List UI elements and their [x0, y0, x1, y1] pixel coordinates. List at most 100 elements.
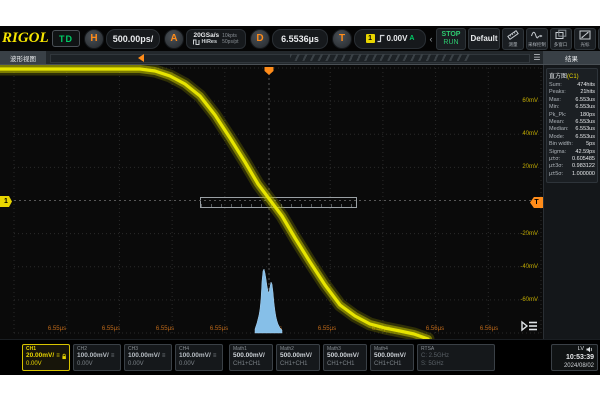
cursor-icon: [579, 29, 591, 41]
clock-box[interactable]: LV 10:53:39 2024/08/02: [551, 344, 598, 371]
main-area: 6.55µs 6.55µs 6.55µs 6.55µs 6.55µs 6.55µ…: [0, 65, 600, 339]
ch2-offset: 0.00V: [77, 360, 117, 368]
volt-axis-label: 40mV: [522, 131, 538, 137]
time-axis-label: 6.56µs: [426, 326, 444, 332]
ch4-offset: 0.00V: [179, 360, 219, 368]
stop-label: STOP: [442, 31, 461, 39]
square-wave-icon: [193, 39, 200, 45]
ruler-icon: [507, 29, 519, 41]
bandwidth-limit-icon: ≡: [56, 353, 60, 359]
math-box-math4[interactable]: Math4 500.00mV/ CH1+CH1: [370, 344, 414, 371]
channel1-offset-marker[interactable]: 1: [0, 196, 12, 207]
channel-box-ch2[interactable]: CH2 100.00mV/≡ 0.00V: [73, 344, 121, 371]
stats-channel-text: (C1): [567, 74, 579, 80]
tab-waveform-view[interactable]: 波形视图: [0, 51, 46, 64]
measure-button[interactable]: 测量: [502, 28, 524, 50]
time-axis-label: 6.55µs: [210, 326, 228, 332]
trigger-position-marker[interactable]: [265, 67, 274, 75]
volt-axis-label: -20mV: [520, 231, 538, 237]
stat-row: Median:6.553us: [549, 126, 595, 133]
stat-row: μ±σ:0.605485: [549, 156, 595, 163]
multi-window-label: 多窗口: [554, 41, 568, 47]
sample-resolution: 50ps/pt: [222, 39, 238, 45]
coupling-icon: ≡: [111, 353, 115, 359]
horizontal-knob[interactable]: H: [84, 29, 104, 49]
delay-knob[interactable]: D: [250, 29, 270, 49]
math-box-math1[interactable]: Math1 500.00mV/ CH1+CH1: [229, 344, 273, 371]
math-box-math2[interactable]: Math2 500.00mV/ CH1+CH1: [276, 344, 320, 371]
top-toolbar: RIGOL T D H 500.00ps/ A 20GSa/s 10kpts Hi…: [0, 26, 600, 51]
math3-expression: CH1+CH1: [327, 360, 363, 368]
math4-expression: CH1+CH1: [374, 360, 410, 368]
stats-title-text: 直方图: [549, 74, 567, 80]
time-axis-label: 6.56µs: [480, 326, 498, 332]
view-menu-icon[interactable]: ☰: [531, 54, 543, 62]
coupling-icon: ≡: [213, 353, 217, 359]
time-axis-label: 6.55µs: [264, 326, 282, 332]
toolbar-scroll-left[interactable]: ‹: [428, 34, 434, 44]
ch2-scale: 100.00mV/: [77, 352, 109, 360]
channel-box-ch1[interactable]: CH1 20.00mV/≡ 0.00V: [22, 344, 70, 371]
histogram-range-box[interactable]: [200, 197, 357, 208]
cursor-label: 光标: [580, 41, 589, 47]
cursor-button[interactable]: 光标: [574, 28, 596, 50]
math2-scale: 500.00mV/: [280, 352, 316, 360]
ch1-offset: 0.00V: [26, 360, 66, 368]
delay-display[interactable]: 6.5536µs: [272, 29, 328, 49]
time-axis-label: 6.55µs: [372, 326, 390, 332]
sample-control-label: 采样控制: [528, 41, 546, 47]
stat-row: Peaks:21hits: [549, 89, 595, 96]
trigger-knob[interactable]: T: [332, 29, 352, 49]
run-label: RUN: [443, 39, 458, 47]
trigger-level-marker[interactable]: T: [530, 197, 543, 208]
rtsa-span: S: 5GHz: [421, 360, 491, 368]
stat-row: μ±3σ:0.983122: [549, 163, 595, 170]
status-indicators: LV: [578, 346, 584, 353]
multi-window-button[interactable]: 多窗口: [550, 28, 572, 50]
channel-box-ch4[interactable]: CH4 100.00mV/≡ 0.00V: [175, 344, 223, 371]
timebase-display[interactable]: 500.00ps/: [106, 29, 160, 49]
stat-row: Sigma:42.59ps: [549, 149, 595, 156]
memory-unused-hatch: [290, 54, 470, 61]
coupling-icon: ≡: [162, 353, 166, 359]
time-axis-label: 6.55µs: [102, 326, 120, 332]
stat-row: Min:6.553us: [549, 104, 595, 111]
ch1-scale: 20.00mV/: [26, 352, 54, 360]
stat-row: Pk_Pk:180ps: [549, 112, 595, 119]
multi-window-icon: [555, 29, 567, 41]
rtsa-box[interactable]: RTSA C: 2.5GHz S: 5GHz: [417, 344, 495, 371]
histogram-statistics[interactable]: 直方图(C1) Sum:474hits Peaks:21hits Max:6.5…: [546, 68, 598, 183]
stat-row: Max:6.553us: [549, 97, 595, 104]
screenshot-page: RIGOL T D H 500.00ps/ A 20GSa/s 10kpts Hi…: [0, 0, 600, 400]
time-axis-label: 6.55µs: [48, 326, 66, 332]
acquire-mode: HiRes: [201, 39, 217, 45]
time-axis-label: 6.55µs: [318, 326, 336, 332]
math-box-math3[interactable]: Math3 500.00mV/ CH1+CH1: [323, 344, 367, 371]
channel-box-ch3[interactable]: CH3 100.00mV/≡ 0.00V: [124, 344, 172, 371]
trigger-display[interactable]: 1 0.00V A: [354, 29, 426, 49]
stat-row: Mean:6.553us: [549, 119, 595, 126]
clock-time: 10:53:39: [555, 353, 594, 362]
stat-row: Mode:6.553us: [549, 134, 595, 141]
tab-results[interactable]: 结果: [543, 51, 600, 64]
volt-axis-label: -60mV: [520, 297, 538, 303]
math3-scale: 500.00mV/: [327, 352, 363, 360]
acquisition-knob[interactable]: A: [164, 29, 184, 49]
grid-quick-menu-icon[interactable]: [521, 319, 538, 338]
memory-position-marker[interactable]: [138, 54, 144, 62]
trigger-sweep-mode: A: [409, 35, 414, 42]
rigol-logo: RIGOL: [2, 30, 50, 47]
measure-label: 测量: [508, 41, 517, 47]
default-button[interactable]: Default: [468, 28, 500, 50]
oscilloscope-ui: RIGOL T D H 500.00ps/ A 20GSa/s 10kpts Hi…: [0, 26, 600, 375]
sample-control-button[interactable]: 采样控制: [526, 28, 548, 50]
waveform-grid[interactable]: 6.55µs 6.55µs 6.55µs 6.55µs 6.55µs 6.55µ…: [0, 65, 543, 339]
run-stop-button[interactable]: STOP RUN: [436, 28, 466, 50]
volt-axis-label: 60mV: [522, 98, 538, 104]
stat-row: Sum:474hits: [549, 82, 595, 89]
histogram-stats-title: 直方图(C1): [549, 71, 595, 80]
stat-row: Bin width:5ps: [549, 141, 595, 148]
acquisition-display[interactable]: 20GSa/s 10kpts HiRes 50ps/pt: [186, 29, 246, 49]
time-axis-label: 6.55µs: [156, 326, 174, 332]
math1-scale: 500.00mV/: [233, 352, 269, 360]
